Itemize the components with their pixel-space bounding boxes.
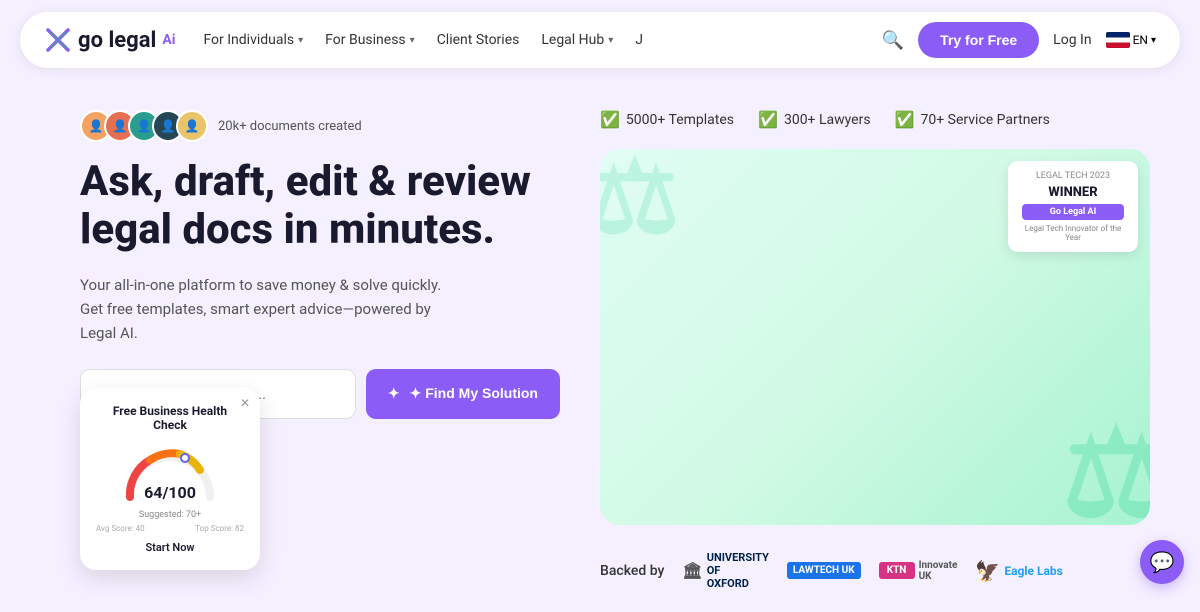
backer-eaglelabs: 🦅 Eagle Labs xyxy=(975,559,1062,583)
stat-lawyers: ✅ 300+ Lawyers xyxy=(758,110,871,129)
hero-left: 👤 👤 👤 👤 👤 20k+ documents created Ask, dr… xyxy=(80,110,560,600)
gauge-score: 64/100 xyxy=(144,483,196,502)
nav-links: For Individuals ▾ For Business ▾ Client … xyxy=(203,32,853,48)
stat-partners-label: 70+ Service Partners xyxy=(921,112,1050,128)
start-now-button[interactable]: Start Now xyxy=(96,541,244,554)
find-solution-button[interactable]: ✦ ✦ Find My Solution xyxy=(366,369,560,419)
winner-subtitle: Legal Tech Innovator of the Year xyxy=(1022,224,1124,242)
logo-ai-badge: Ai xyxy=(162,32,175,48)
nav-client-stories[interactable]: Client Stories xyxy=(437,32,520,48)
chevron-down-icon: ▾ xyxy=(410,35,415,46)
health-card: ✕ Free Business Health Check 64/100 Su xyxy=(80,388,260,570)
login-link[interactable]: Log In xyxy=(1053,32,1091,48)
language-selector[interactable]: EN ▾ xyxy=(1106,32,1156,48)
gauge-suggested: Suggested: 70+ xyxy=(96,510,244,520)
search-button[interactable]: 🔍 xyxy=(882,30,904,51)
eagle-icon: 🦅 xyxy=(975,559,1000,583)
backer-lawtech: LAWTECH UK xyxy=(787,562,861,579)
close-icon[interactable]: ✕ xyxy=(240,396,250,410)
winner-seal-text: LEGAL TECH 2023 xyxy=(1022,171,1124,181)
check-icon: ✅ xyxy=(600,110,620,129)
nav-legal-hub[interactable]: Legal Hub ▾ xyxy=(541,32,613,48)
nav-for-individuals[interactable]: For Individuals ▾ xyxy=(203,32,303,48)
gauge-chart: 64/100 xyxy=(120,442,220,502)
chevron-down-icon: ▾ xyxy=(1151,35,1156,46)
lawtech-badge: LAWTECH UK xyxy=(787,562,861,579)
uk-flag-icon xyxy=(1106,32,1130,48)
hero-right: ✅ 5000+ Templates ✅ 300+ Lawyers ✅ 70+ S… xyxy=(600,110,1150,600)
check-icon: ✅ xyxy=(758,110,778,129)
hero-image: ⚖ ⚖ LEGAL TECH 2023 WINNER Go Legal AI L… xyxy=(600,149,1150,525)
star-icon: ✦ xyxy=(388,385,400,402)
find-btn-label: ✦ Find My Solution xyxy=(408,385,538,402)
chat-icon: 💬 xyxy=(1150,550,1175,574)
innovate-text: InnovateUK xyxy=(919,560,958,582)
gauge-label-good: Top Score: 82 xyxy=(195,524,244,533)
stat-templates-label: 5000+ Templates xyxy=(626,112,734,128)
nav-extra[interactable]: J xyxy=(635,32,643,48)
avatar-group: 👤 👤 👤 👤 👤 xyxy=(80,110,208,142)
eaglelabs-text: Eagle Labs xyxy=(1004,564,1063,578)
backer-oxford: 🏛 UNIVERSITYOFOXFORD xyxy=(682,551,769,590)
hero-title: Ask, draft, edit & review legal docs in … xyxy=(80,158,560,255)
social-proof-label: 20k+ documents created xyxy=(218,119,362,134)
nav-for-business[interactable]: For Business ▾ xyxy=(325,32,415,48)
stats-row: ✅ 5000+ Templates ✅ 300+ Lawyers ✅ 70+ S… xyxy=(600,110,1150,129)
navbar: go legal Ai For Individuals ▾ For Busines… xyxy=(20,12,1180,68)
stat-templates: ✅ 5000+ Templates xyxy=(600,110,734,129)
winner-title: WINNER xyxy=(1022,185,1124,200)
health-card-title: Free Business Health Check xyxy=(96,404,244,432)
watermark-top: ⚖ xyxy=(600,149,680,257)
backed-by-row: Backed by 🏛 UNIVERSITYOFOXFORD LAWTECH U… xyxy=(600,541,1150,600)
logo-text: go legal xyxy=(78,28,156,53)
logo[interactable]: go legal Ai xyxy=(44,26,175,54)
backer-ktn: KTN InnovateUK xyxy=(879,560,958,582)
winner-brand: Go Legal AI xyxy=(1022,204,1124,220)
oxford-text: UNIVERSITYOFOXFORD xyxy=(707,551,769,590)
backed-label: Backed by xyxy=(600,563,664,579)
gauge-labels: Avg Score: 40 Top Score: 82 xyxy=(96,524,244,533)
watermark-bottom: ⚖ xyxy=(1062,405,1150,525)
chevron-down-icon: ▾ xyxy=(298,35,303,46)
stat-partners: ✅ 70+ Service Partners xyxy=(895,110,1050,129)
lang-label: EN xyxy=(1133,33,1148,47)
avatar: 👤 xyxy=(176,110,208,142)
hero-subtitle: Your all-in-one platform to save money &… xyxy=(80,273,460,345)
winner-badge: LEGAL TECH 2023 WINNER Go Legal AI Legal… xyxy=(1008,161,1138,252)
gauge-label-bad: Avg Score: 40 xyxy=(96,524,145,533)
nav-actions: 🔍 Try for Free Log In EN ▾ xyxy=(882,22,1156,58)
main-content: 👤 👤 👤 👤 👤 20k+ documents created Ask, dr… xyxy=(0,80,1200,600)
ktn-badge: KTN xyxy=(879,562,915,579)
social-proof-row: 👤 👤 👤 👤 👤 20k+ documents created xyxy=(80,110,560,142)
stat-lawyers-label: 300+ Lawyers xyxy=(784,112,871,128)
chevron-down-icon: ▾ xyxy=(608,35,613,46)
chat-button[interactable]: 💬 xyxy=(1140,540,1184,584)
try-for-free-button[interactable]: Try for Free xyxy=(918,22,1039,58)
check-icon: ✅ xyxy=(895,110,915,129)
